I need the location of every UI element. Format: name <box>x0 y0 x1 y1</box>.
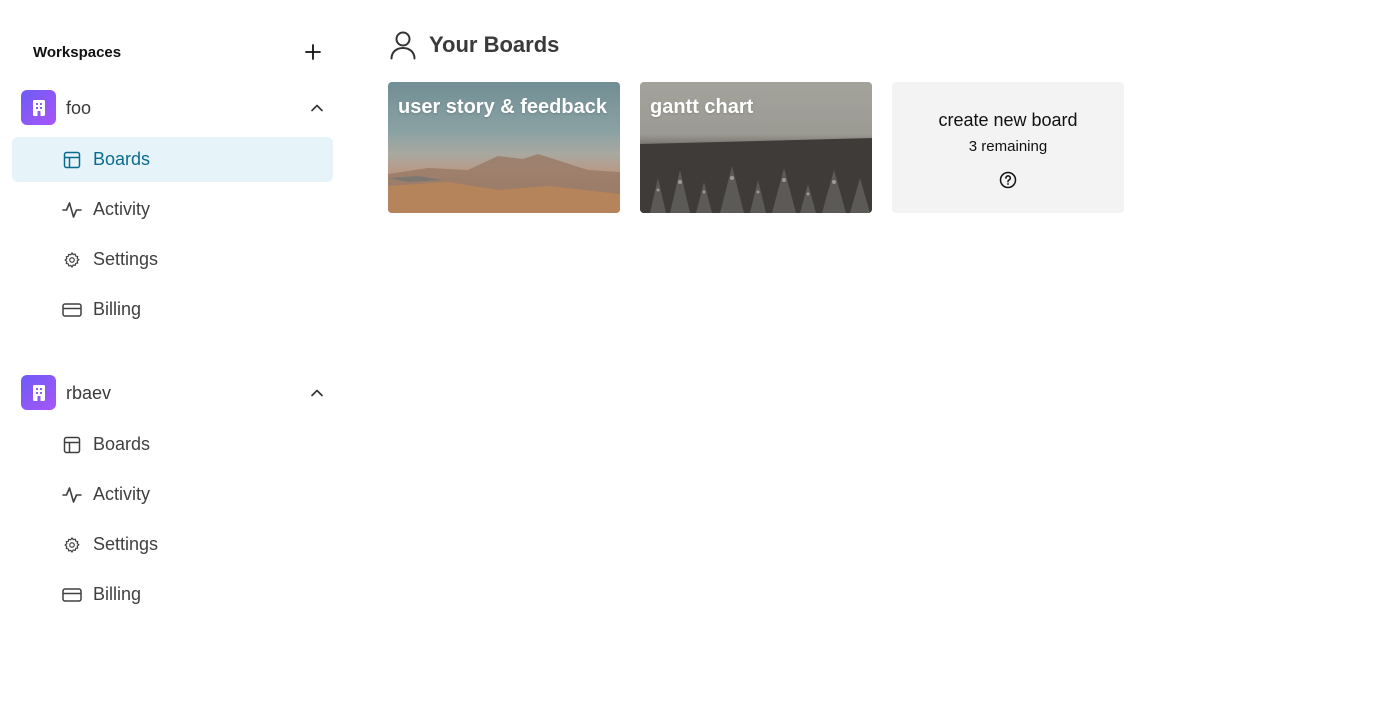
board-title: gantt chart <box>650 96 754 118</box>
chevron-up-icon[interactable] <box>309 100 325 116</box>
gear-icon <box>62 535 82 555</box>
workspace-foo: foo Boards Activity Settings Billing <box>12 90 333 337</box>
credit-card-icon <box>62 300 82 320</box>
building-icon <box>32 99 45 116</box>
sidebar-item-label: Activity <box>93 484 151 504</box>
credit-card-icon <box>62 585 82 605</box>
page-title: Your Boards <box>389 30 559 60</box>
layout-icon <box>62 150 82 170</box>
workspace-name: foo <box>66 97 92 118</box>
sidebar-item-label: Settings <box>93 249 159 269</box>
chevron-up-icon[interactable] <box>309 385 325 401</box>
sidebar-item-boards[interactable]: Boards <box>12 422 333 467</box>
workspaces-header: Workspaces <box>33 42 323 62</box>
sidebar-item-activity[interactable]: Activity <box>12 472 333 517</box>
board-card[interactable]: gantt chart <box>640 82 872 213</box>
activity-icon <box>62 485 82 505</box>
boards-remaining: 3 remaining <box>968 138 1048 155</box>
gear-icon <box>62 250 82 270</box>
sidebar-item-settings[interactable]: Settings <box>12 522 333 567</box>
workspace-rbaev: rbaev Boards Activity Settings Billing <box>12 375 333 622</box>
sidebar-item-settings[interactable]: Settings <box>12 237 333 282</box>
help-circle-icon[interactable] <box>999 171 1017 189</box>
workspace-avatar <box>21 90 56 125</box>
user-icon <box>390 31 416 60</box>
plus-icon <box>305 44 321 60</box>
sidebar-item-activity[interactable]: Activity <box>12 187 333 232</box>
layout-icon <box>62 435 82 455</box>
sidebar-item-label: Activity <box>93 199 151 219</box>
workspace-nav: Boards Activity Settings Billing <box>12 422 333 617</box>
board-title: user story & feedback <box>398 96 607 118</box>
sidebar-item-label: Boards <box>93 434 151 454</box>
workspace-avatar <box>21 375 56 410</box>
sidebar-item-label: Boards <box>93 149 151 169</box>
sidebar: Workspaces foo Boards Activity Settings … <box>0 0 345 707</box>
sidebar-item-label: Settings <box>93 534 159 554</box>
create-board-button[interactable]: create new board 3 remaining <box>892 82 1124 213</box>
add-workspace-button[interactable] <box>303 42 323 62</box>
sidebar-item-label: Billing <box>93 299 142 319</box>
workspace-toggle-foo[interactable]: foo <box>12 90 333 126</box>
workspace-name: rbaev <box>66 382 112 403</box>
boards-grid: user story & feedback gantt chart create… <box>388 82 1124 213</box>
sidebar-item-billing[interactable]: Billing <box>12 572 333 617</box>
activity-icon <box>62 200 82 220</box>
workspace-toggle-rbaev[interactable]: rbaev <box>12 375 333 411</box>
create-board-label: create new board <box>938 110 1078 130</box>
sidebar-item-boards[interactable]: Boards <box>12 137 333 182</box>
workspaces-label: Workspaces <box>33 43 122 61</box>
sidebar-item-billing[interactable]: Billing <box>12 287 333 332</box>
sidebar-item-label: Billing <box>93 584 142 604</box>
page-title-text: Your Boards <box>429 32 560 57</box>
building-icon <box>32 384 45 401</box>
workspace-nav: Boards Activity Settings Billing <box>12 137 333 332</box>
board-card[interactable]: user story & feedback <box>388 82 620 213</box>
